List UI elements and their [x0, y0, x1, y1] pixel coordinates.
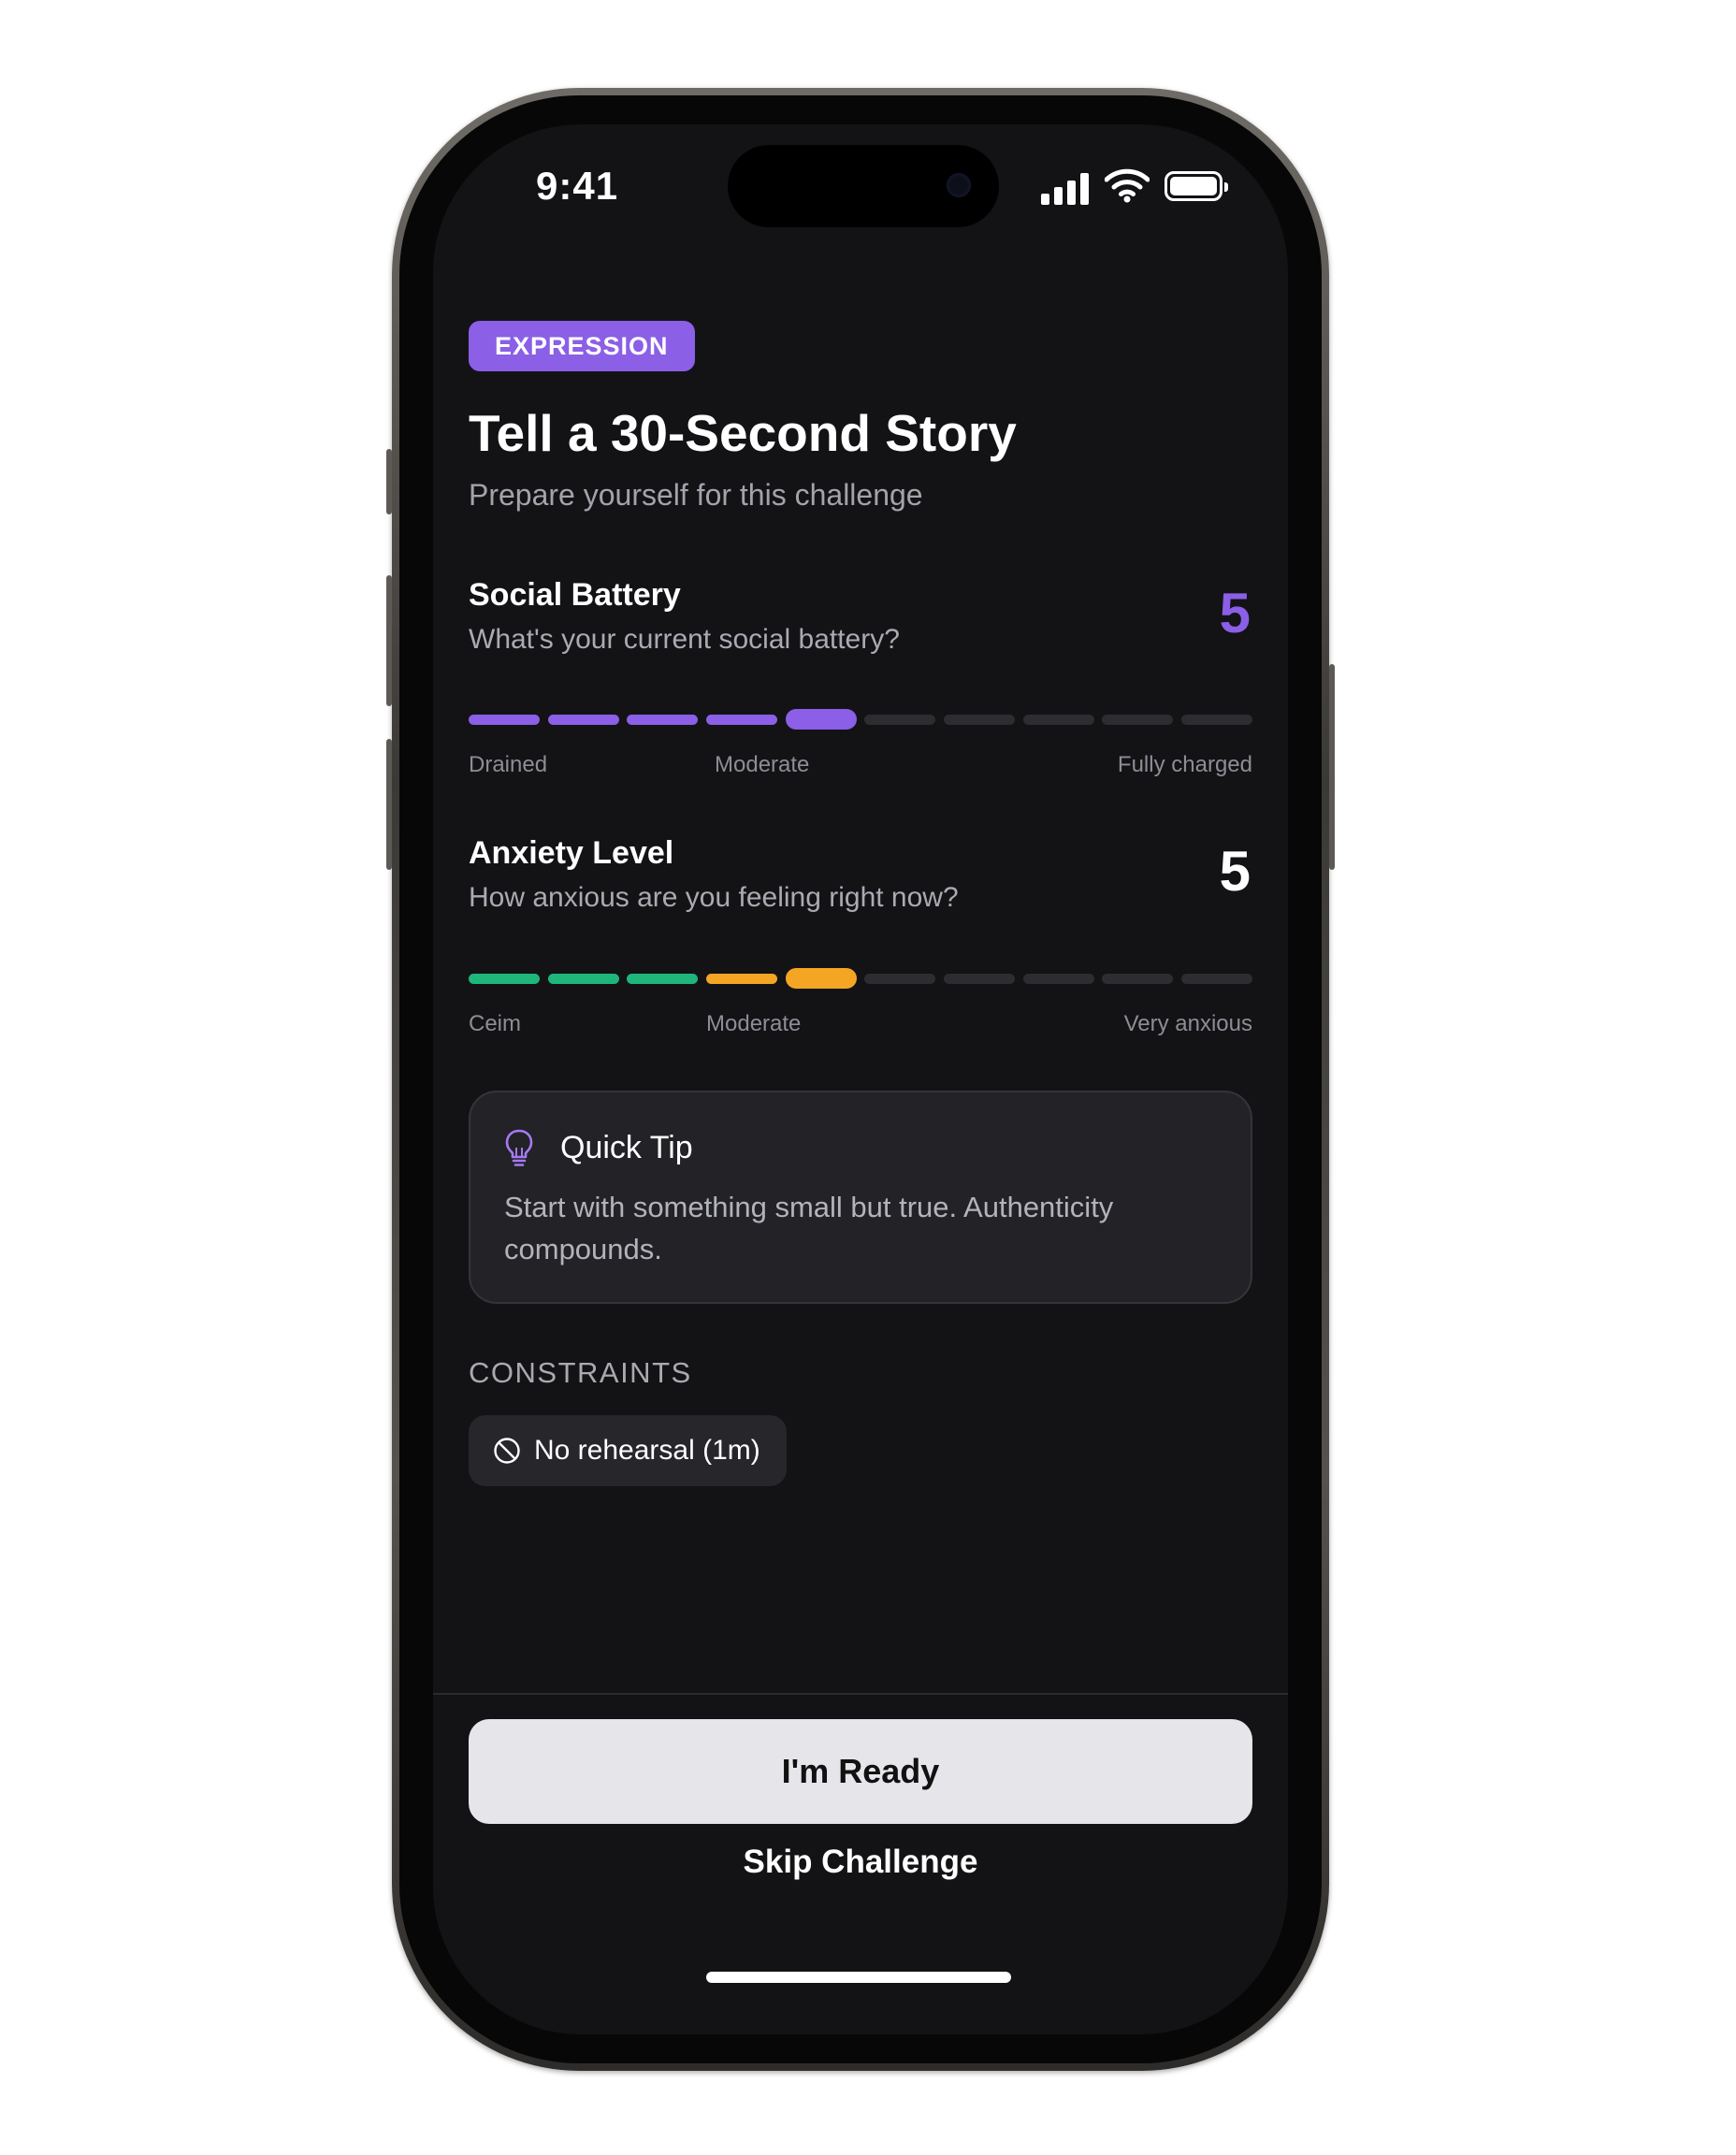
anxiety-segment-5[interactable] — [785, 968, 857, 989]
anxiety-value: 5 — [1219, 840, 1251, 903]
anxiety-segment-4[interactable] — [706, 974, 777, 984]
social-battery-value: 5 — [1219, 582, 1251, 644]
battery-icon — [1165, 171, 1228, 201]
anxiety-segment-6[interactable] — [864, 974, 936, 984]
social-battery-segment-5[interactable] — [785, 709, 857, 730]
anxiety-slider[interactable] — [469, 968, 1252, 989]
anxiety-segment-2[interactable] — [547, 974, 619, 984]
anxiety-segment-9[interactable] — [1102, 974, 1174, 984]
front-camera — [947, 173, 971, 197]
social-battery-mid-label: Moderate — [715, 752, 810, 777]
social-battery-segment-6[interactable] — [864, 715, 936, 725]
anxiety-question: How anxious are you feeling right now? — [469, 882, 959, 913]
power-button — [1329, 664, 1335, 870]
volume-up-button — [386, 575, 392, 706]
social-battery-segment-10[interactable] — [1181, 715, 1252, 725]
home-indicator[interactable] — [706, 1972, 1011, 1983]
social-battery-low-label: Drained — [469, 752, 548, 777]
anxiety-segment-7[interactable] — [944, 974, 1015, 984]
social-battery-title: Social Battery — [469, 577, 681, 613]
im-ready-button[interactable]: I'm Ready — [469, 1719, 1252, 1824]
social-battery-high-label: Fully charged — [1117, 752, 1252, 777]
category-badge: EXPRESSION — [469, 321, 695, 371]
anxiety-segment-1[interactable] — [469, 974, 540, 984]
social-battery-segment-7[interactable] — [944, 715, 1015, 725]
constraint-chip: No rehearsal (1m) — [469, 1415, 787, 1486]
prohibited-icon — [494, 1438, 520, 1464]
social-battery-question: What's your current social battery? — [469, 624, 900, 655]
social-battery-segment-2[interactable] — [547, 715, 619, 725]
cellular-signal-icon — [1041, 171, 1090, 205]
dynamic-island — [728, 145, 999, 227]
anxiety-segment-10[interactable] — [1181, 974, 1252, 984]
skip-challenge-button[interactable]: Skip Challenge — [433, 1844, 1288, 1881]
lightbulb-icon — [505, 1129, 533, 1166]
volume-down-button — [386, 739, 392, 870]
anxiety-title: Anxiety Level — [469, 835, 674, 871]
social-battery-segment-8[interactable] — [1022, 715, 1094, 725]
anxiety-high-label: Very anxious — [1123, 1011, 1252, 1036]
quick-tip-text: Start with something small but true. Aut… — [504, 1191, 1114, 1266]
action-button — [386, 449, 392, 514]
constraint-label: No rehearsal (1m) — [534, 1435, 760, 1466]
constraints-heading: CONSTRAINTS — [469, 1356, 692, 1389]
social-battery-segment-1[interactable] — [469, 715, 540, 725]
app-screen: 9:41 EXPRESSION Tell a 30-Second Story P… — [433, 124, 1288, 2034]
anxiety-low-label: Ceim — [469, 1011, 522, 1036]
anxiety-segment-8[interactable] — [1022, 974, 1094, 984]
status-time: 9:41 — [536, 164, 619, 208]
anxiety-mid-label: Moderate — [706, 1011, 802, 1036]
quick-tip-title: Quick Tip — [560, 1130, 693, 1165]
social-battery-segment-4[interactable] — [706, 715, 777, 725]
social-battery-segment-3[interactable] — [627, 715, 699, 725]
challenge-subtitle: Prepare yourself for this challenge — [469, 478, 923, 512]
social-battery-segment-9[interactable] — [1102, 715, 1174, 725]
quick-tip-card: Quick Tip Start with something small but… — [469, 1091, 1252, 1304]
challenge-title: Tell a 30-Second Story — [469, 404, 1017, 462]
footer-divider — [433, 1693, 1288, 1695]
wifi-icon — [1105, 168, 1150, 203]
social-battery-slider[interactable] — [469, 709, 1252, 730]
anxiety-segment-3[interactable] — [627, 974, 699, 984]
